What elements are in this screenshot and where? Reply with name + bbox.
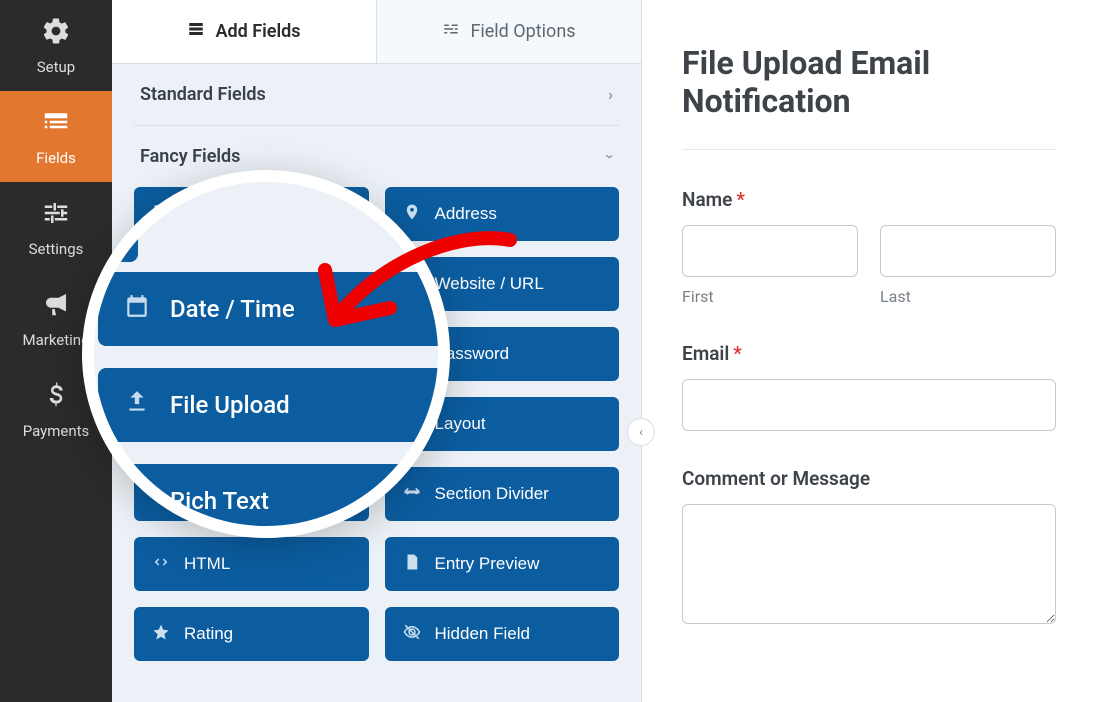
sidebar-label: Setup <box>37 58 75 76</box>
field-file-upload[interactable]: File Upload <box>134 327 369 381</box>
email-label: Email* <box>682 342 1056 365</box>
field-label: HTML <box>184 554 230 574</box>
add-fields-icon <box>187 20 205 43</box>
field-date-time[interactable]: Date / Time <box>134 257 369 311</box>
last-sublabel: Last <box>880 287 1056 306</box>
sidebar-item-payments[interactable]: Payments <box>0 364 112 455</box>
email-input[interactable] <box>682 379 1056 431</box>
document-icon <box>403 553 421 576</box>
phone-icon <box>152 203 170 226</box>
field-section-divider[interactable]: Section Divider <box>385 467 620 521</box>
first-sublabel: First <box>682 287 858 306</box>
required-asterisk: * <box>733 342 742 365</box>
name-label: Name* <box>682 188 1056 211</box>
bullhorn-icon <box>41 289 71 323</box>
last-name-input[interactable] <box>880 225 1056 277</box>
comment-textarea[interactable] <box>682 504 1056 624</box>
form-preview: File Upload Email Notification Name* Fir… <box>642 0 1116 702</box>
lock-icon <box>403 343 421 366</box>
field-phone[interactable]: Phone <box>134 187 369 241</box>
field-page-break[interactable]: Page Break <box>134 467 369 521</box>
form-title: File Upload Email Notification <box>682 44 1056 121</box>
field-label: Entry Preview <box>435 554 540 574</box>
star-icon <box>152 623 170 646</box>
pin-icon <box>403 203 421 226</box>
field-label: Page Break <box>184 484 273 504</box>
page-break-icon <box>152 483 170 506</box>
chevron-right-icon: › <box>608 85 613 104</box>
sidebar-item-setup[interactable]: Setup <box>0 0 112 91</box>
upload-icon <box>152 343 170 366</box>
sidebar-item-marketing[interactable]: Marketing <box>0 273 112 364</box>
field-html[interactable]: HTML <box>134 537 369 591</box>
field-entry-preview[interactable]: Entry Preview <box>385 537 620 591</box>
field-rating[interactable]: Rating <box>134 607 369 661</box>
code-icon <box>152 553 170 576</box>
field-email: Email* <box>682 342 1056 431</box>
sidebar-label: Fields <box>36 149 76 167</box>
tab-add-fields[interactable]: Add Fields <box>112 0 377 63</box>
field-address[interactable]: Address <box>385 187 620 241</box>
field-label: Phone <box>184 204 233 224</box>
sidebar: Setup Fields Settings Marketing Payments <box>0 0 112 702</box>
first-name-input[interactable] <box>682 225 858 277</box>
field-layout[interactable]: Layout <box>385 397 620 451</box>
tab-label: Add Fields <box>215 21 300 42</box>
dollar-icon <box>41 380 71 414</box>
field-comment: Comment or Message <box>682 467 1056 628</box>
field-label: Date / Time <box>184 274 271 294</box>
field-name: Name* First Last <box>682 188 1056 306</box>
field-label: Rich Text <box>184 414 254 434</box>
sidebar-label: Marketing <box>22 331 89 349</box>
section-standard-fields[interactable]: Standard Fields › <box>112 64 641 125</box>
fields-panel: Add Fields Field Options Standard Fields… <box>112 0 642 702</box>
required-asterisk: * <box>736 188 745 211</box>
field-label: Hidden Field <box>435 624 530 644</box>
field-label: File Upload <box>184 344 270 364</box>
field-password[interactable]: Password <box>385 327 620 381</box>
sidebar-item-settings[interactable]: Settings <box>0 182 112 273</box>
layout-icon <box>403 413 421 436</box>
list-icon <box>41 107 71 141</box>
section-label: Fancy Fields <box>140 146 240 167</box>
field-hidden-field[interactable]: Hidden Field <box>385 607 620 661</box>
calendar-icon <box>152 273 170 296</box>
field-rich-text[interactable]: Rich Text <box>134 397 369 451</box>
fancy-fields-grid: Phone Address Date / Time Website / URL … <box>112 187 641 677</box>
gear-icon <box>41 16 71 50</box>
sidebar-label: Settings <box>29 240 84 258</box>
tabs: Add Fields Field Options <box>112 0 641 64</box>
field-label: Rating <box>184 624 233 644</box>
comment-label: Comment or Message <box>682 467 1056 490</box>
field-label: Section Divider <box>435 484 549 504</box>
section-fancy-fields[interactable]: Fancy Fields › <box>112 126 641 187</box>
section-label: Standard Fields <box>140 84 266 105</box>
link-icon <box>403 273 421 296</box>
field-label: Password <box>435 344 510 364</box>
field-label: Website / URL <box>435 274 544 294</box>
pencil-icon <box>152 413 170 436</box>
sidebar-item-fields[interactable]: Fields <box>0 91 112 182</box>
field-website-url[interactable]: Website / URL <box>385 257 620 311</box>
divider-icon <box>403 483 421 506</box>
field-label: Layout <box>435 414 486 434</box>
sliders-icon <box>41 198 71 232</box>
field-label: Address <box>435 204 497 224</box>
collapse-panel-button[interactable]: ‹ <box>627 418 655 446</box>
tab-label: Field Options <box>470 21 575 42</box>
eye-slash-icon <box>403 623 421 646</box>
tab-field-options[interactable]: Field Options <box>377 0 641 63</box>
sidebar-label: Payments <box>23 422 90 440</box>
divider <box>682 149 1056 150</box>
chevron-down-icon: › <box>601 154 620 159</box>
options-icon <box>442 20 460 43</box>
